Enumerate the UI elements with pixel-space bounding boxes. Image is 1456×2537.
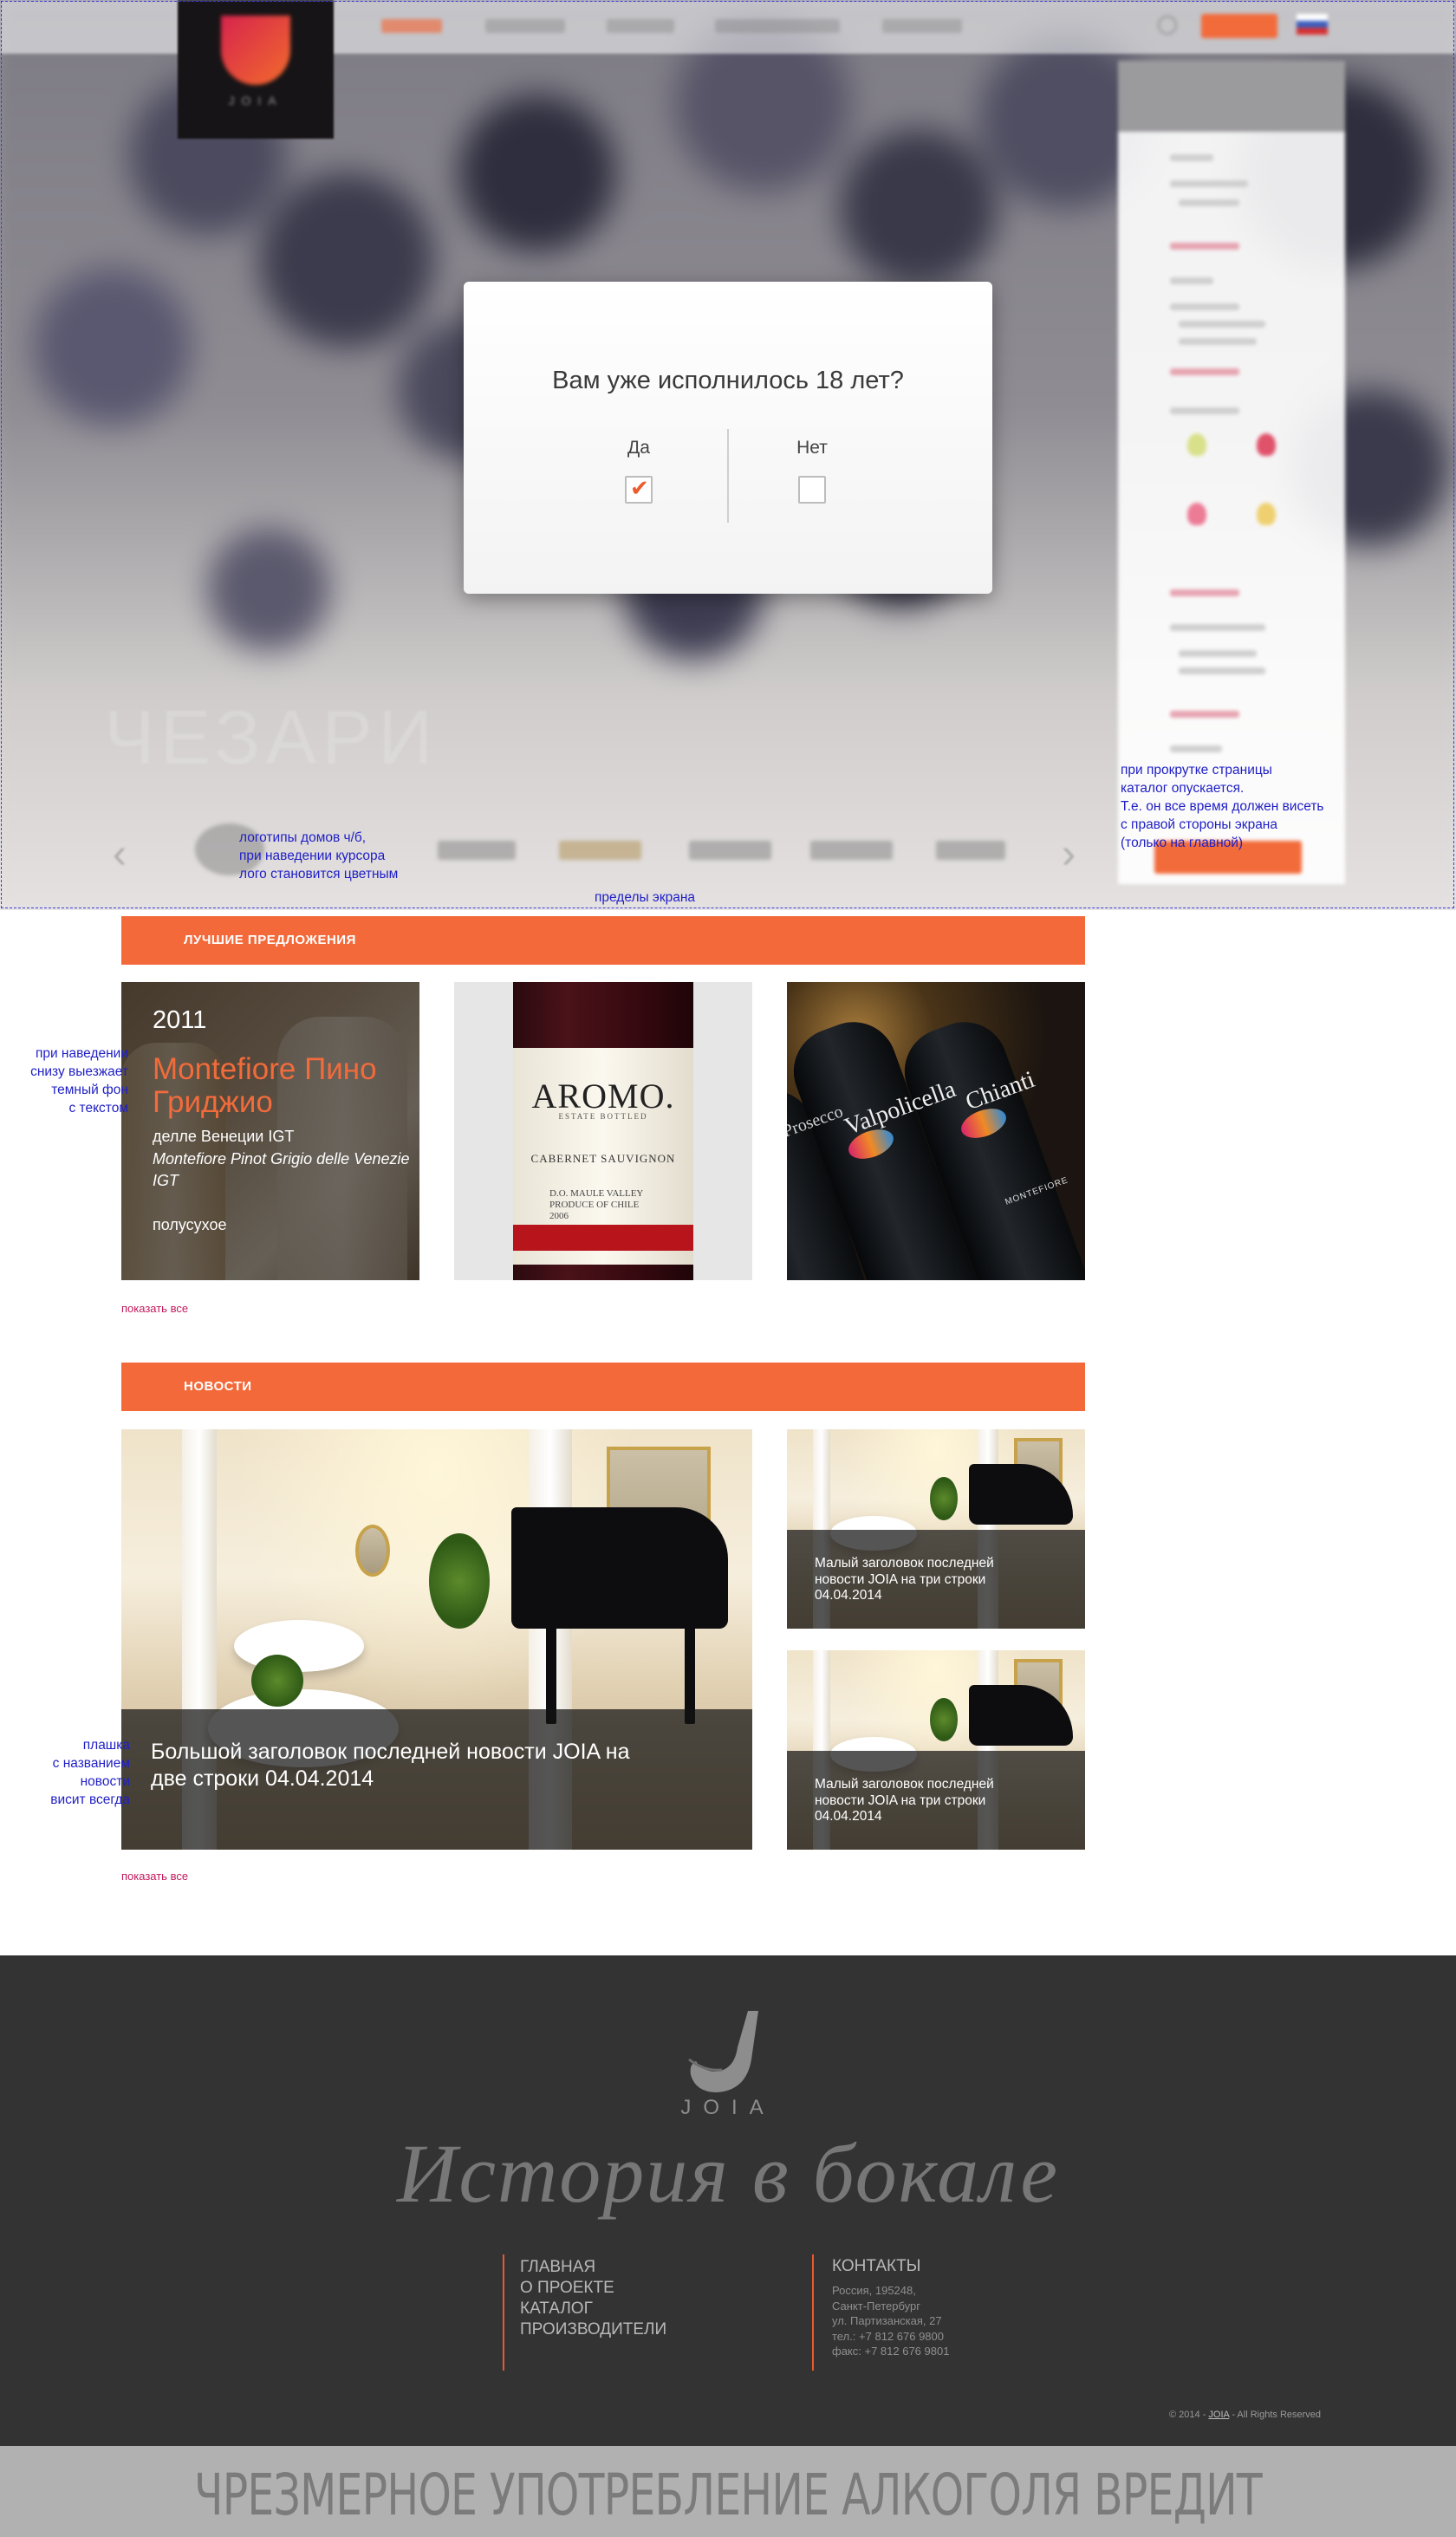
brand-logo[interactable] (810, 841, 893, 860)
catalog-link[interactable] (1170, 243, 1239, 250)
checkmark-icon: ✔ (630, 475, 649, 501)
brand-logo[interactable] (936, 841, 1005, 860)
annotation-offer-hover: при наведении снизу выезжает темный фон … (30, 1046, 128, 1116)
catalog-link[interactable] (1170, 711, 1239, 718)
wine-color-icon[interactable] (1257, 503, 1276, 525)
carousel-next-icon[interactable]: › (1062, 830, 1076, 878)
news-card-small-2[interactable]: Малый заголовок последней новости JOIA н… (787, 1650, 1085, 1850)
footer-contact-line: Россия, 195248, (832, 2284, 916, 2297)
footer: JOIA История в бокале ГЛАВНАЯ О ПРОЕКТЕ … (0, 1955, 1456, 2446)
offer-year: 2011 (153, 1006, 207, 1034)
nav-item-home[interactable] (381, 19, 442, 33)
offer-name: Montefiore Пино Гриджио (153, 1052, 377, 1119)
language-flag-icon[interactable] (1297, 14, 1328, 35)
footer-brand-link[interactable]: JOIA (1208, 2410, 1229, 2420)
wine-color-icon[interactable] (1257, 433, 1276, 456)
nav-item-about[interactable] (485, 19, 565, 33)
logo-wordmark: JOIA (228, 94, 283, 107)
age-option-yes[interactable]: Да ✔ (587, 438, 691, 504)
age-question: Вам уже исполнилось 18 лет? (552, 367, 904, 394)
footer-contact-line: ул. Партизанская, 27 (832, 2314, 942, 2327)
brand-logo[interactable] (559, 841, 641, 860)
news-caption-small: Малый заголовок последней новости JOIA н… (787, 1530, 1085, 1629)
age-option-no[interactable]: Нет (760, 438, 864, 504)
footer-divider (503, 2254, 504, 2371)
annotation-brands: логотипы домов ч/б, при наведении курсор… (239, 830, 399, 881)
brand-logo[interactable] (689, 841, 771, 860)
footer-link-about[interactable]: О ПРОЕКТЕ (520, 2278, 666, 2299)
footer-divider (812, 2254, 814, 2371)
health-warning-banner: ЧРЕЗМЕРНОЕ УПОТРЕБЛЕНИЕ АЛКОГОЛЯ ВРЕДИТ … (0, 2446, 1456, 2537)
footer-nav: ГЛАВНАЯ О ПРОЕКТЕ КАТАЛОГ ПРОИЗВОДИТЕЛИ (520, 2257, 666, 2340)
footer-link-producers[interactable]: ПРОИЗВОДИТЕЛИ (520, 2319, 666, 2340)
offer-subtitle-ru: делле Венеции IGT (153, 1128, 295, 1145)
catalog-panel-header (1118, 61, 1345, 132)
offer-card-montefiore[interactable]: Prosecco Valpolicella Chianti MONTEFIORE (787, 982, 1085, 1280)
bottle-estate: ESTATE BOTTLED (558, 1112, 648, 1121)
hero-watermark: ЧЕЗАРИ (104, 694, 439, 780)
annotation-news: плашка с названием новости висит всегда (50, 1738, 130, 1807)
wine-color-icon[interactable] (1187, 433, 1206, 456)
footer-contacts-title: КОНТАКТЫ (832, 2257, 921, 2275)
news-card-small-1[interactable]: Малый заголовок последней новости JOIA н… (787, 1429, 1085, 1629)
offers-section-bar: ЛУЧШИЕ ПРЕДЛОЖЕНИЯ (121, 916, 1085, 965)
nav-item-contacts[interactable] (882, 19, 962, 33)
catalog-link[interactable] (1170, 368, 1239, 375)
search-icon[interactable] (1158, 16, 1177, 35)
age-verification-modal: Вам уже исполнилось 18 лет? Да ✔ Нет (464, 282, 992, 594)
news-small-title: Малый заголовок последней новости JOIA н… (815, 1777, 994, 1824)
catalog-link[interactable] (1170, 589, 1239, 596)
news-title: НОВОСТИ (184, 1379, 252, 1394)
footer-link-home[interactable]: ГЛАВНАЯ (520, 2257, 666, 2278)
offer-subtitle-orig: Montefiore Pinot Grigio delle Venezie IG… (153, 1150, 410, 1189)
brand-logo[interactable] (438, 841, 516, 860)
age-yes-label: Да (627, 438, 650, 458)
nav-item-producers[interactable] (715, 19, 840, 33)
header-cta-button[interactable] (1201, 14, 1277, 38)
health-warning-text: ЧРЕЗМЕРНОЕ УПОТРЕБЛЕНИЕ АЛКОГОЛЯ ВРЕДИТ … (193, 2462, 1263, 2537)
footer-logo-icon[interactable] (687, 2007, 777, 2098)
wine-color-icon[interactable] (1187, 503, 1206, 525)
news-main-title: Большой заголовок последней новости JOIA… (151, 1740, 630, 1791)
age-yes-checkbox[interactable]: ✔ (625, 475, 653, 504)
news-card-main[interactable]: Большой заголовок последней новости JOIA… (121, 1429, 752, 1850)
news-caption-main: Большой заголовок последней новости JOIA… (121, 1709, 752, 1850)
age-no-label: Нет (796, 438, 828, 458)
bottle-brand: AROMO. (531, 1077, 675, 1116)
footer-contact-phone: тел.: +7 812 676 9800 (832, 2329, 944, 2343)
footer-contacts: КОНТАКТЫ Россия, 195248, Санкт-Петербург… (832, 2257, 949, 2359)
footer-contact-line: Санкт-Петербург (832, 2299, 920, 2313)
offers-show-all-link[interactable]: показать все (121, 1302, 188, 1315)
offer-type: полусухое (153, 1216, 227, 1233)
modal-divider (727, 429, 729, 523)
offer-card-aromo[interactable]: AROMO. ESTATE BOTTLED CABERNET SAUVIGNON… (454, 982, 752, 1280)
header-logo[interactable]: JOIA (178, 0, 334, 139)
footer-contact-fax: факс: +7 812 676 9801 (832, 2345, 950, 2358)
nav-item-catalog[interactable] (607, 19, 674, 33)
news-small-title: Малый заголовок последней новости JOIA н… (815, 1556, 994, 1603)
bottle-variety: CABERNET SAUVIGNON (530, 1152, 676, 1165)
footer-link-catalog[interactable]: КАТАЛОГ (520, 2299, 666, 2319)
age-no-checkbox[interactable] (798, 476, 826, 504)
bottle-region: D.O. MAULE VALLEY PRODUCE OF CHILE 2006 (549, 1188, 644, 1221)
footer-logo-wordmark: JOIA (680, 2096, 776, 2119)
offer-card-featured[interactable]: 2011 Montefiore Пино Гриджио делле Венец… (121, 982, 419, 1280)
news-section-bar: НОВОСТИ (121, 1363, 1085, 1411)
news-caption-small: Малый заголовок последней новости JOIA н… (787, 1751, 1085, 1850)
offers-title: ЛУЧШИЕ ПРЕДЛОЖЕНИЯ (184, 933, 356, 947)
annotation-catalog: при прокрутке страницы каталог опускаетс… (1121, 763, 1324, 850)
logo-mark-icon (221, 16, 290, 85)
carousel-prev-icon[interactable]: ‹ (113, 830, 127, 878)
news-show-all-link[interactable]: показать все (121, 1870, 188, 1883)
footer-copyright: © 2014 - JOIA - All Rights Reserved (1169, 2410, 1322, 2420)
annotation-screen-bounds: пределы экрана (595, 890, 696, 905)
footer-slogan: История в бокале (397, 2127, 1059, 2220)
